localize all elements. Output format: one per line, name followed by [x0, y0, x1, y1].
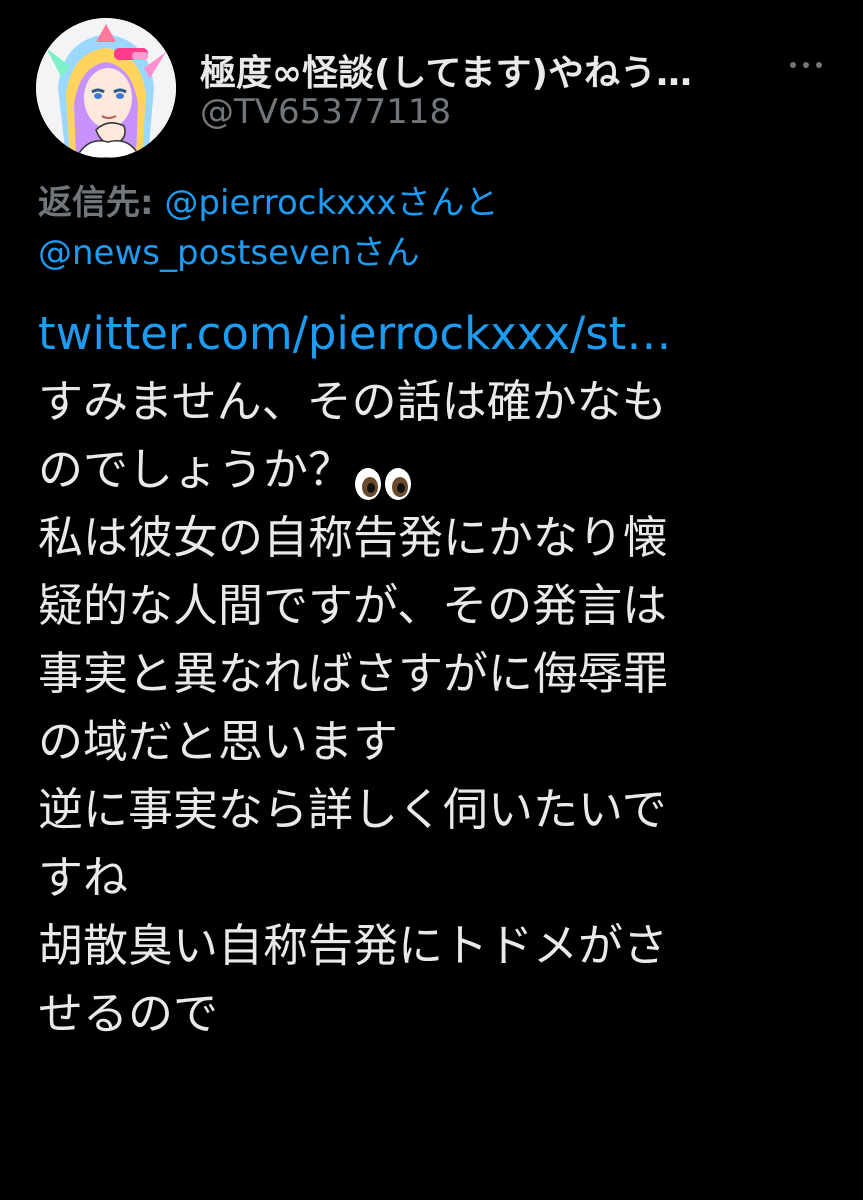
- user-handle[interactable]: @TV65377118: [200, 92, 451, 132]
- display-name[interactable]: 極度∞怪談(してます)やねう…: [200, 44, 692, 96]
- mention-suffix: さん: [351, 233, 420, 273]
- text-line: 逆に事実なら詳しく伺いたいで: [38, 783, 667, 836]
- text-line: せるので: [38, 987, 219, 1040]
- mention-pierrockxxx[interactable]: @pierrockxxx: [164, 183, 396, 223]
- tweet-text: twitter.com/pierrockxxx/st… すみません、その話は確か…: [38, 300, 838, 1048]
- text-line-with-emoji: のでしょうか？: [38, 436, 838, 504]
- text-line: 私は彼女の自称告発にかなり懐: [38, 511, 669, 564]
- text-line: 疑的な人間ですが、その発言は: [38, 579, 668, 632]
- avatar[interactable]: [36, 18, 176, 158]
- mention-news-postseven[interactable]: @news_postseven: [38, 233, 352, 273]
- reply-to-label: 返信先:: [38, 183, 154, 223]
- text-line: すね: [38, 851, 129, 904]
- text-line: のでしょうか？: [38, 443, 354, 496]
- eyes-emoji-icon: [353, 452, 413, 500]
- text-line: 事実と異なればさすがに侮辱罪: [38, 647, 669, 700]
- avatar-image: [36, 18, 176, 158]
- text-line: 胡散臭い自称告発にトドメがさ: [38, 919, 669, 972]
- text-line: すみません、その話は確かなも: [38, 375, 667, 428]
- text-line: の域だと思います: [38, 715, 399, 768]
- more-options-icon[interactable]: [788, 58, 824, 70]
- tweet: 極度∞怪談(してます)やねう… @TV65377118 返信先: @pierro…: [0, 0, 863, 1200]
- mention-suffix: さんと: [396, 183, 499, 223]
- tweet-header: 極度∞怪談(してます)やねう… @TV65377118: [36, 18, 836, 168]
- reply-context: 返信先: @pierrockxxxさんと @news_postsevenさん: [38, 178, 828, 278]
- tweet-link[interactable]: twitter.com/pierrockxxx/st…: [38, 300, 838, 368]
